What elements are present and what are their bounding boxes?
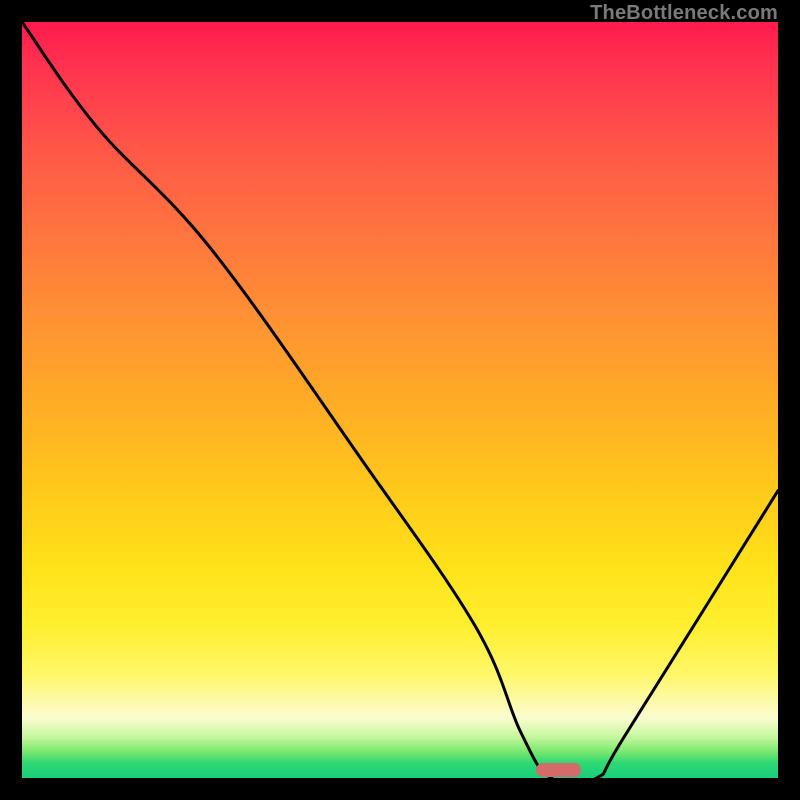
optimal-marker [536,763,581,777]
bottleneck-curve [22,22,778,778]
watermark-text: TheBottleneck.com [590,2,778,25]
chart-frame [22,22,778,778]
plot-area [22,22,778,778]
